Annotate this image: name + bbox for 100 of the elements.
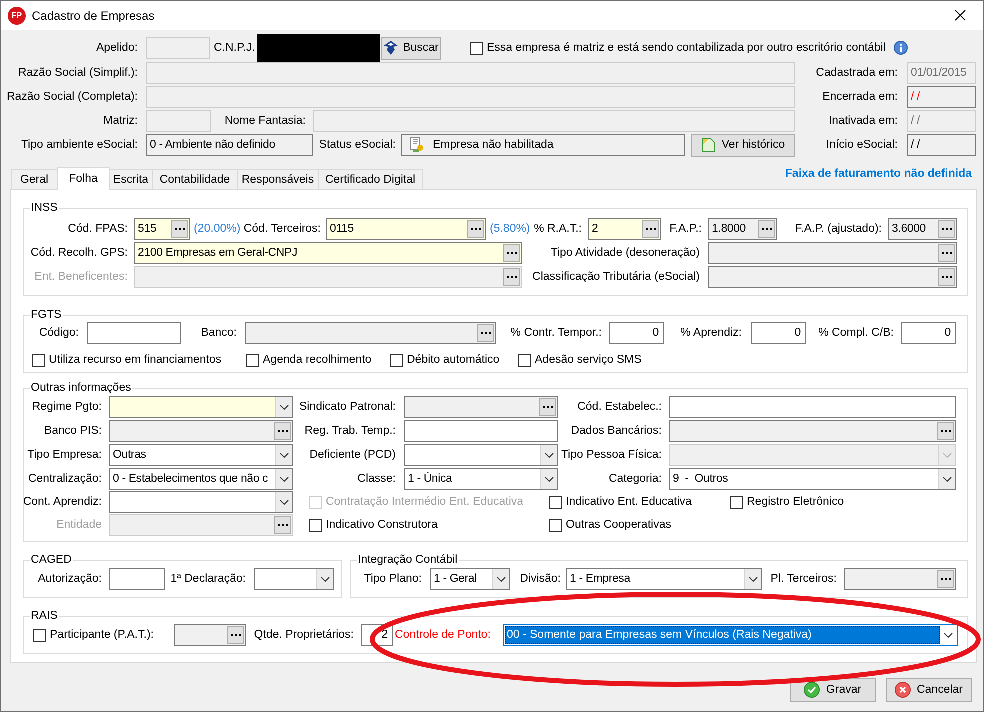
lookup-field[interactable]: 0115 (326, 218, 486, 240)
lookup-field[interactable] (245, 322, 496, 344)
lookup-button[interactable] (642, 220, 659, 238)
lookup-field[interactable] (708, 242, 957, 264)
chevron-down-icon (544, 476, 554, 482)
document-icon (700, 137, 717, 153)
field-label: Apelido: (96, 41, 138, 55)
lookup-button[interactable] (477, 324, 494, 342)
field-label: Início eSocial: (826, 138, 898, 152)
lookup-button[interactable] (937, 570, 954, 588)
field-label: Entidade (56, 518, 102, 532)
text-field[interactable] (109, 568, 165, 590)
field-label: F.A.P. (ajustado): (795, 222, 882, 236)
dropdown[interactable] (254, 568, 334, 590)
billing-notice: Faixa de faturamento não definida (785, 167, 972, 181)
check-circle-icon (804, 682, 820, 698)
lookup-button[interactable] (467, 220, 484, 238)
lookup-button[interactable] (539, 398, 556, 416)
lookup-field[interactable] (404, 396, 558, 418)
field-label: Regime Pgto: (32, 400, 102, 414)
chevron-down-icon (280, 500, 288, 504)
checkbox[interactable] (33, 628, 46, 642)
field-label: % Aprendiz: (680, 326, 742, 340)
lookup-button[interactable] (938, 244, 955, 262)
status-field: Empresa não habilitada (401, 134, 685, 156)
lookup-field[interactable]: 515 (134, 218, 190, 240)
group-title: INSS (30, 201, 59, 215)
checkbox[interactable] (470, 42, 483, 54)
checkbox[interactable] (549, 518, 562, 532)
cancel-button[interactable]: Cancelar (886, 678, 972, 702)
number-field[interactable]: 0 (751, 322, 806, 344)
tab[interactable]: Certificado Digital (318, 169, 423, 189)
checkbox-label: Débito automático (407, 353, 500, 367)
field-label: Divisão: (520, 572, 561, 586)
text-field[interactable] (87, 322, 181, 344)
lookup-field[interactable]: 2 (588, 218, 661, 240)
checkbox[interactable] (549, 496, 562, 508)
field-label: Classe: (358, 472, 396, 486)
tab[interactable]: Geral (11, 169, 58, 189)
dropdown[interactable] (109, 396, 293, 418)
checkbox[interactable] (518, 354, 531, 366)
field-label: Cód. Terceiros: (244, 222, 321, 236)
tab[interactable]: Folha (57, 167, 110, 190)
lookup-field[interactable] (844, 568, 956, 590)
text-field[interactable] (669, 396, 956, 418)
field-label: F.A.P.: (670, 222, 702, 236)
number-field[interactable]: 0 (901, 322, 956, 344)
group-title: CAGED (30, 553, 73, 567)
search-button[interactable]: Buscar (381, 36, 441, 60)
dropdown[interactable] (404, 444, 558, 466)
lookup-button[interactable] (274, 422, 291, 440)
field-label: Cód. Estabelec.: (578, 400, 662, 414)
dropdown[interactable]: 1 - Única (404, 468, 558, 490)
rate-note: (5.80%) (490, 222, 530, 236)
date-field[interactable]: / / (907, 86, 976, 108)
dropdown[interactable]: Outras (109, 444, 293, 466)
app-logo: FP (8, 6, 26, 24)
checkbox[interactable] (32, 354, 45, 366)
lookup-button[interactable] (503, 244, 520, 262)
lookup-field[interactable] (174, 624, 246, 646)
lookup-button[interactable] (937, 422, 954, 440)
dropdown[interactable]: 9 - Outros (669, 468, 956, 490)
checkbox[interactable] (246, 354, 259, 366)
field-label: Ent. Beneficentes: (34, 270, 128, 284)
checkbox[interactable] (309, 518, 322, 532)
field-label: Tipo Pessoa Física: (561, 448, 662, 462)
history-button[interactable]: Ver histórico (691, 134, 795, 156)
checkbox-label: Contratação Intermédio Ent. Educativa (326, 495, 524, 509)
lookup-field[interactable]: 3.6000 (888, 218, 957, 240)
lookup-field[interactable] (669, 420, 956, 442)
checkbox-label: Indicativo Construtora (326, 518, 438, 532)
field-label: Cód. Recolh. GPS: (30, 246, 128, 260)
dropdown[interactable]: 1 - Geral (430, 568, 510, 590)
checkbox[interactable] (730, 496, 743, 508)
dropdown[interactable] (109, 491, 293, 513)
field-label: Pl. Terceiros: (770, 572, 837, 586)
text-field[interactable]: 0 - Ambiente não definido (146, 134, 313, 156)
field-label: Cód. FPAS: (68, 222, 128, 236)
group-title: RAIS (30, 609, 59, 623)
dropdown[interactable]: 1 - Empresa (566, 568, 762, 590)
checkbox[interactable] (390, 354, 403, 366)
field-label: % Compl. C/B: (818, 326, 894, 340)
lookup-button[interactable] (171, 220, 188, 238)
lookup-field[interactable] (708, 266, 957, 288)
text-field[interactable] (404, 420, 558, 442)
lookup-field[interactable]: 1.8000 (708, 218, 777, 240)
number-field[interactable]: 0 (609, 322, 664, 344)
field-label: 1ª Declaração: (170, 572, 246, 586)
dropdown[interactable]: 00 - Somente para Empresas sem Vínculos (Rais Negativa) (503, 624, 958, 646)
field-label: Cadastrada em: (816, 66, 898, 80)
lookup-button[interactable] (227, 626, 244, 644)
field-label: Banco: (201, 326, 237, 340)
date-field[interactable]: / / (907, 134, 976, 156)
lookup-field[interactable] (109, 420, 293, 442)
lookup-field[interactable]: 2100 Empresas em Geral-CNPJ (134, 242, 522, 264)
checkbox-label: Participante (P.A.T.): (50, 628, 154, 642)
lookup-button[interactable] (938, 220, 955, 238)
dropdown[interactable]: 0 - Estabelecimentos que não c (109, 468, 293, 490)
lookup-button[interactable] (938, 268, 955, 286)
lookup-button[interactable] (758, 220, 775, 238)
